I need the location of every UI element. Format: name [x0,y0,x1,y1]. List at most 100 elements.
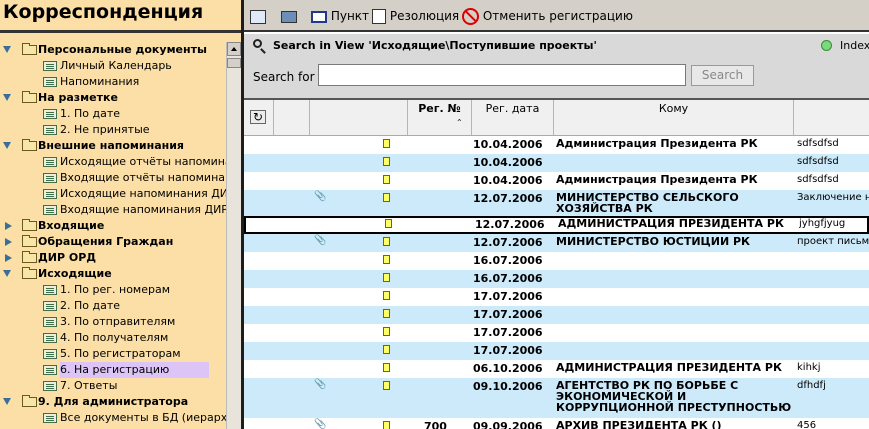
tree-item[interactable]: ДИР ОРД [0,250,226,266]
twisty-open-icon[interactable] [3,270,11,277]
table-row[interactable]: 📎 09.10.2006 АГЕНТСТВО РК ПО БОРЬБЕ С ЭКОН… [244,378,869,418]
tree-item[interactable]: Входящие [0,218,226,234]
cell-subject: sdfsdfsd [797,174,839,185]
table-row[interactable]: 10.04.2006 Администрация Президента РК sdf… [244,172,869,190]
table-row[interactable]: 06.10.2006 АДМИНИСТРАЦИЯ ПРЕЗИДЕНТА РК kih… [244,360,869,378]
refresh-column[interactable] [244,100,274,135]
folder-icon [22,219,37,231]
tree-item[interactable]: 9. Для администратора [0,394,226,410]
tree-item[interactable]: Обращения Граждан [0,234,226,250]
attachment-icon: 📎 [314,191,327,202]
table-row[interactable]: 📎 12.07.2006 МИНИСТЕРСТВО СЕЛЬСКОГО ХОЗЯЙС… [244,190,869,216]
table-row[interactable]: 16.07.2006 [244,270,869,288]
column-header-reg-date[interactable]: Рег. дата [472,100,554,135]
twisty-closed-icon[interactable] [5,222,12,230]
tree-item[interactable]: 4. По получателям [0,330,226,346]
table-row[interactable]: 📎 700 09.09.2006 АРХИВ ПРЕЗИДЕНТА РК () 456 [244,418,869,429]
scroll-thumb[interactable] [227,58,241,68]
table-row[interactable]: 12.07.2006 АДМИНИСТРАЦИЯ ПРЕЗИДЕНТА РК jyh… [244,216,869,234]
tree-item[interactable]: Напоминания [0,74,226,90]
cell-subject: kihkj [797,362,821,373]
cell-reg-no: 700 [424,420,447,429]
table-row[interactable]: 📎 12.07.2006 МИНИСТЕРСТВО ЮСТИЦИИ РК проект… [244,234,869,252]
tree-item-label: 1. По рег. номерам [60,283,171,296]
tree-item[interactable]: 2. Не принятые [0,122,226,138]
tree-item[interactable]: Личный Календарь [0,58,226,74]
table-row[interactable]: 17.07.2006 [244,288,869,306]
column-header-reg-no[interactable]: Рег. № ⌃ [408,100,472,135]
document-icon [383,327,390,336]
tree-item[interactable]: Входящие отчёты напоминани [0,170,226,186]
index-label[interactable]: Index [840,39,869,52]
tree-item[interactable]: 5. По регистраторам [0,346,226,362]
tree-item[interactable]: Персональные документы [0,42,226,58]
cell-reg-date: 10.04.2006 [473,174,543,187]
view-icon [43,61,57,71]
search-view-title: Search in View 'Исходящие\Поступившие пр… [273,39,597,52]
attachment-icon: 📎 [314,419,327,429]
tree-item[interactable]: Исходящие отчёты напоминани [0,154,226,170]
twisty-open-icon[interactable] [3,398,11,405]
search-header: Search in View 'Исходящие\Поступившие пр… [244,34,869,58]
cell-reg-date: 17.07.2006 [473,326,543,339]
twisty-open-icon[interactable] [3,46,11,53]
tree-item[interactable]: 2. По дате [0,298,226,314]
table-row[interactable]: 10.04.2006 sdfsdfsd [244,154,869,172]
cell-reg-date: 16.07.2006 [473,254,543,267]
view-icon [43,77,57,87]
twisty-open-icon[interactable] [3,142,11,149]
column-header-flag[interactable] [274,100,310,135]
document-icon [383,139,390,148]
table-row[interactable]: 17.07.2006 [244,324,869,342]
view-icon [43,301,57,311]
tree-item-label: 1. По дате [60,107,121,120]
tree-item[interactable]: 1. По рег. номерам [0,282,226,298]
cell-subject: dfhdfj [797,380,826,391]
folder-icon [22,235,37,247]
view-icon [43,109,57,119]
tree-item[interactable]: Исходящие [0,266,226,282]
twisty-open-icon[interactable] [3,94,11,101]
sort-chevron-icon: ⌃ [456,118,463,127]
cancel-registration-button[interactable]: Отменить регистрацию [462,7,633,25]
tree-item-label: Напоминания [60,75,140,88]
cell-to: МИНИСТЕРСТВО ЮСТИЦИИ РК [556,236,751,247]
tree-item[interactable]: На разметке [0,90,226,106]
view-icon [43,317,57,327]
tree-item[interactable]: Исходящие напоминания ДИРО [0,186,226,202]
scroll-up-icon[interactable] [227,42,241,56]
table-row[interactable]: 17.07.2006 [244,306,869,324]
tree-item-label: 3. По отправителям [60,315,176,328]
punkt-button[interactable]: Пункт [311,7,369,25]
tree-item[interactable]: Внешние напоминания [0,138,226,154]
document-icon [383,363,390,372]
print-button[interactable] [281,7,297,25]
refresh-icon[interactable] [250,108,266,126]
document-icon [385,219,392,228]
column-header-subject[interactable] [794,100,869,135]
navigator-pane: Корреспонденция Персональные документы Ли… [0,0,241,429]
twisty-closed-icon[interactable] [5,238,12,246]
table-row[interactable]: 10.04.2006 Администрация Президента РК sdf… [244,136,869,154]
column-header-icons[interactable] [310,100,408,135]
navigator-scrollbar[interactable] [226,42,241,429]
tree-item[interactable]: Входящие напоминания ДИРОР [0,202,226,218]
column-header-to[interactable]: Кому [554,100,794,135]
tree-item[interactable]: 7. Ответы [0,378,226,394]
table-row[interactable]: 17.07.2006 [244,342,869,360]
tree-item[interactable]: 6. На регистрацию [0,362,226,378]
new-document-button[interactable] [250,7,266,25]
search-input[interactable] [318,64,686,86]
tree-item[interactable]: 3. По отправителям [0,314,226,330]
attachment-icon: 📎 [314,235,327,246]
tree-item[interactable]: Все документы в БД (иерархия [0,410,226,426]
table-row[interactable]: 16.07.2006 [244,252,869,270]
search-button[interactable]: Search [691,65,754,86]
twisty-closed-icon[interactable] [5,254,12,262]
resolution-button[interactable]: Резолюция [372,7,459,25]
tree-item[interactable]: 1. По дате [0,106,226,122]
cell-reg-date: 17.07.2006 [473,344,543,357]
document-icon [383,157,390,166]
view-icon [43,333,57,343]
punkt-label: Пункт [330,9,370,23]
